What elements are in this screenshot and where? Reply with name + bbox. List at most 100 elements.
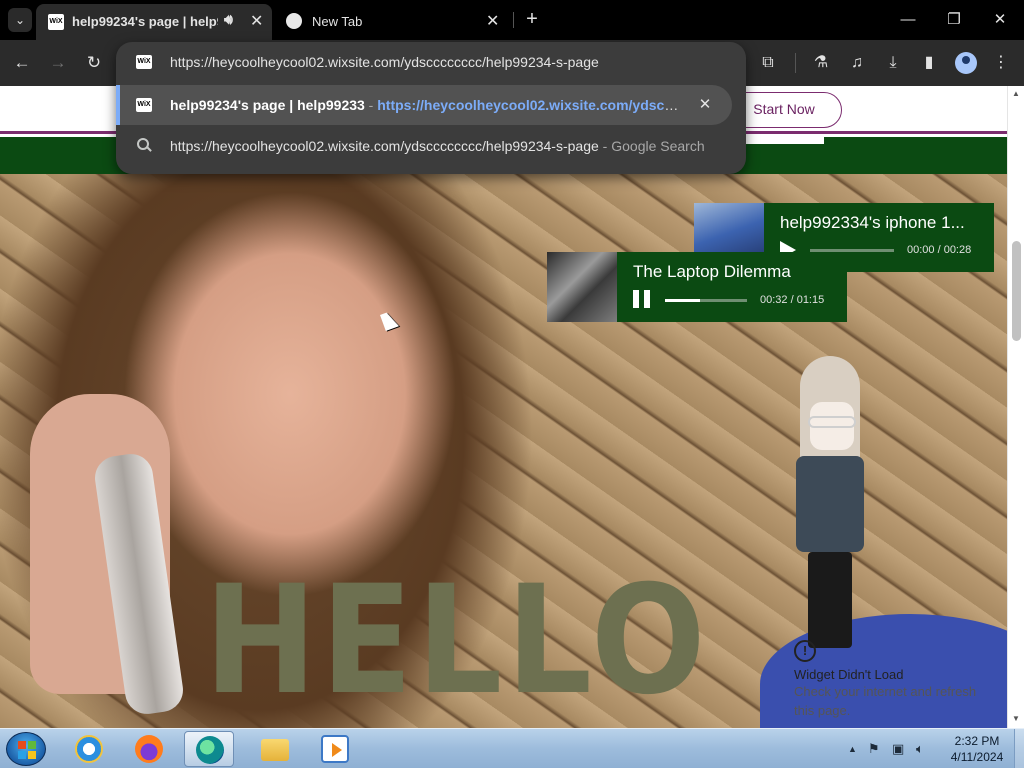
nav-bar-tab [746, 137, 824, 144]
tab-new-tab[interactable]: New Tab ✕ [276, 4, 512, 40]
taskbar-internet-explorer[interactable] [64, 731, 114, 767]
tab-close-icon[interactable]: ✕ [250, 11, 263, 31]
restore-button[interactable]: ❐ [934, 6, 974, 34]
tab-search-button[interactable]: ⌄ [8, 8, 32, 32]
scroll-down-icon[interactable]: ▼ [1012, 714, 1020, 723]
tab-divider [513, 12, 514, 28]
plus-icon: + [526, 8, 538, 30]
address-bar[interactable]: WiX https://heycoolheycool02.wixsite.com… [116, 42, 746, 82]
new-tab-button[interactable]: + [520, 8, 544, 32]
progress-track[interactable] [665, 299, 747, 302]
minimize-button[interactable]: — [888, 6, 928, 34]
suggestion-title: help99234's page | help99233 [170, 97, 365, 113]
close-window-button[interactable]: ✕ [980, 6, 1020, 34]
windows-logo-icon [18, 741, 36, 759]
extensions-button[interactable]: ⧉ [755, 50, 781, 76]
hello-heading: HELLO [204, 554, 710, 728]
back-button[interactable]: ← [9, 50, 35, 76]
profile-avatar[interactable] [955, 52, 977, 74]
page-scrollbar[interactable]: ▲ ▼ [1007, 86, 1024, 728]
avatar-legs [808, 552, 852, 648]
side-panel-button[interactable]: ▮ [916, 50, 942, 76]
suggestion-dash: - [364, 97, 378, 113]
taskbar-media-player[interactable] [310, 731, 360, 767]
tab-close-icon[interactable]: ✕ [486, 11, 499, 31]
network-icon[interactable]: ▣ [892, 741, 904, 757]
side-panel-icon: ▮ [924, 54, 934, 71]
suggestion-url: https://heycoolheycool02.wixsite.com/yds… [377, 97, 685, 113]
wix-favicon-icon: WiX [136, 98, 152, 112]
web-page: Start Now HELLO ! Widget Didn't Load Che… [0, 86, 1007, 728]
firefox-icon [135, 735, 163, 763]
globe-icon [286, 13, 302, 29]
track-time: 00:32 / 01:15 [760, 294, 825, 306]
tab-active[interactable]: WiX help99234's page | help99233 🔊︎ ✕ [36, 4, 272, 40]
wix-favicon-icon: WiX [136, 55, 152, 69]
minimize-icon: — [900, 11, 916, 28]
clock-date: 4/11/2024 [950, 750, 1004, 764]
tray-expand-icon[interactable]: ▲ [848, 744, 857, 754]
roblox-avatar-image [768, 356, 888, 660]
internet-explorer-icon [75, 735, 103, 763]
restore-icon: ❐ [947, 11, 961, 28]
reload-button[interactable]: ↻ [81, 50, 107, 76]
clock-time: 2:32 PM [954, 734, 1000, 748]
audio-player-laptop-dilemma[interactable]: The Laptop Dilemma 00:32 / 01:15 [547, 252, 847, 322]
taskbar-file-explorer[interactable] [250, 731, 300, 767]
folder-icon [261, 739, 289, 761]
widget-error-title: Widget Didn't Load [794, 667, 904, 682]
address-input[interactable]: https://heycoolheycool02.wixsite.com/yds… [170, 54, 730, 70]
track-title: help992334's iphone 1... [780, 213, 965, 232]
media-controls-button[interactable]: ♫ [844, 50, 870, 76]
pause-icon[interactable] [633, 290, 650, 308]
omnibox-dropdown: WiX https://heycoolheycool02.wixsite.com… [116, 42, 746, 174]
menu-button[interactable]: ⋮ [988, 50, 1014, 76]
taskbar-browser[interactable] [184, 731, 234, 767]
chevron-down-icon: ⌄ [14, 13, 26, 27]
avatar-body [796, 456, 864, 552]
progress-fill [665, 299, 701, 302]
music-queue-icon: ♫ [851, 54, 863, 71]
taskbar-firefox[interactable] [124, 731, 174, 767]
volume-icon[interactable]: 🔈︎ [916, 741, 924, 757]
avatar-glasses [808, 416, 856, 428]
forward-button[interactable]: → [45, 50, 71, 76]
arrow-right-icon: → [49, 53, 67, 72]
flask-icon: ⚗ [813, 54, 829, 71]
taskbar-clock[interactable]: 2:32 PM 4/11/2024 [944, 733, 1010, 765]
action-center-flag-icon[interactable]: ⚑ [868, 741, 880, 757]
windows-taskbar: ▲ ⚑ ▣ 🔈︎ 2:32 PM 4/11/2024 [0, 728, 1024, 768]
track-time: 00:00 / 00:28 [907, 244, 972, 256]
search-icon [136, 137, 152, 153]
widget-error: ! Widget Didn't Load Check your internet… [788, 640, 998, 720]
system-tray: ▲ ⚑ ▣ 🔈︎ 2:32 PM 4/11/2024 [840, 729, 1024, 768]
tab-title: help99234's page | help99233 [72, 14, 218, 29]
media-player-icon [321, 735, 349, 763]
widget-error-message: Check your internet and refresh this pag… [794, 684, 977, 718]
speaker-icon[interactable]: 🔊︎ [224, 11, 233, 28]
browser-app-icon [196, 736, 224, 764]
reload-icon: ↻ [86, 53, 102, 72]
omnibox-suggestion-search[interactable]: https://heycoolheycool02.wixsite.com/yds… [116, 126, 746, 166]
toolbar-divider [795, 53, 796, 73]
wix-favicon-icon: WiX [48, 14, 64, 30]
arrow-left-icon: ← [13, 53, 31, 72]
omnibox-suggestion-page[interactable]: WiX help99234's page | help99233 - https… [116, 85, 732, 125]
tab-strip: ⌄ WiX help99234's page | help99233 🔊︎ ✕ … [0, 0, 1024, 40]
start-button[interactable] [6, 732, 46, 766]
track-title: The Laptop Dilemma [633, 262, 791, 281]
error-icon: ! [794, 640, 816, 662]
tab-title: New Tab [312, 14, 363, 29]
remove-suggestion-icon[interactable]: ✕ [694, 94, 716, 116]
scroll-up-icon[interactable]: ▲ [1012, 89, 1020, 98]
suggestion-dash: - [598, 138, 612, 154]
suggestion-text: https://heycoolheycool02.wixsite.com/yds… [170, 138, 599, 154]
puzzle-icon: ⧉ [762, 54, 774, 71]
close-icon: ✕ [993, 11, 1007, 28]
suggestion-hint: Google Search [611, 138, 705, 154]
scrollbar-thumb[interactable] [1012, 241, 1021, 341]
labs-button[interactable]: ⚗ [808, 50, 834, 76]
kebab-menu-icon: ⋮ [993, 54, 1009, 71]
show-desktop-button[interactable] [1014, 729, 1024, 768]
downloads-button[interactable]: ⤓ [880, 50, 906, 76]
